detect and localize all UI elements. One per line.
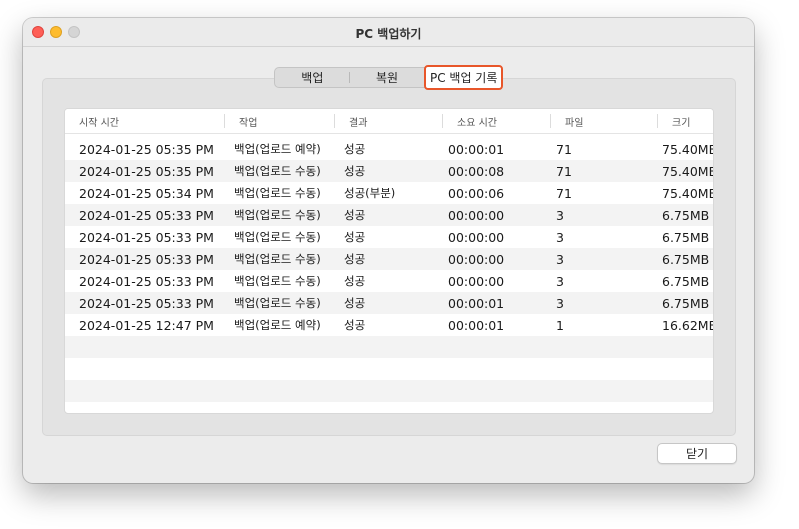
- cell-size: 6.75MB: [662, 207, 710, 223]
- cell-start-time: 2024-01-25 05:35 PM: [79, 163, 214, 179]
- empty-row: [65, 402, 713, 413]
- cell-result: 성공: [344, 252, 366, 266]
- cell-duration: 00:00:00: [448, 251, 505, 267]
- cell-files: 3: [556, 207, 564, 223]
- cell-task: 백업(업로드 예약): [234, 318, 321, 332]
- cell-size: 6.75MB: [662, 229, 710, 245]
- table-row[interactable]: 2024-01-25 05:35 PM 백업(업로드 수동) 성공 00:00:08 7…: [65, 160, 713, 182]
- cell-start-time: 2024-01-25 05:33 PM: [79, 273, 214, 289]
- backup-window: PC 백업하기 백업 복원 PC 백업 기록 시작 시간 작업 결과 소요 시간…: [23, 18, 754, 483]
- empty-row: [65, 380, 713, 402]
- cell-files: 1: [556, 317, 564, 333]
- cell-duration: 00:00:01: [448, 317, 505, 333]
- cell-result: 성공(부분): [344, 186, 396, 200]
- cell-size: 16.62MB: [662, 317, 713, 333]
- column-header-size[interactable]: 크기: [658, 109, 713, 133]
- cell-duration: 00:00:08: [448, 163, 505, 179]
- cell-size: 6.75MB: [662, 251, 710, 267]
- cell-size: 75.40MB: [662, 185, 713, 201]
- table-body: 2024-01-25 05:35 PM 백업(업로드 예약) 성공 00:00:01 7…: [65, 134, 713, 413]
- cell-files: 71: [556, 163, 572, 179]
- cell-result: 성공: [344, 296, 366, 310]
- cell-task: 백업(업로드 수동): [234, 164, 321, 178]
- close-button[interactable]: 닫기: [657, 443, 737, 464]
- table-row[interactable]: 2024-01-25 05:33 PM 백업(업로드 수동) 성공 00:00:00 3…: [65, 248, 713, 270]
- cell-duration: 00:00:00: [448, 273, 505, 289]
- cell-result: 성공: [344, 318, 366, 332]
- cell-start-time: 2024-01-25 05:34 PM: [79, 185, 214, 201]
- empty-row: [65, 358, 713, 380]
- cell-files: 3: [556, 251, 564, 267]
- column-header-result[interactable]: 결과: [335, 109, 443, 133]
- cell-task: 백업(업로드 예약): [234, 142, 321, 156]
- cell-start-time: 2024-01-25 12:47 PM: [79, 317, 214, 333]
- table-row[interactable]: 2024-01-25 05:33 PM 백업(업로드 수동) 성공 00:00:00 3…: [65, 270, 713, 292]
- column-header-files[interactable]: 파일: [551, 109, 658, 133]
- cell-duration: 00:00:06: [448, 185, 505, 201]
- empty-row: [65, 336, 713, 358]
- cell-duration: 00:00:01: [448, 141, 505, 157]
- cell-size: 75.40MB: [662, 163, 713, 179]
- cell-start-time: 2024-01-25 05:33 PM: [79, 229, 214, 245]
- cell-result: 성공: [344, 208, 366, 222]
- cell-duration: 00:00:01: [448, 295, 505, 311]
- cell-size: 6.75MB: [662, 273, 710, 289]
- cell-task: 백업(업로드 수동): [234, 186, 321, 200]
- cell-task: 백업(업로드 수동): [234, 274, 321, 288]
- cell-start-time: 2024-01-25 05:33 PM: [79, 295, 214, 311]
- cell-start-time: 2024-01-25 05:33 PM: [79, 207, 214, 223]
- cell-duration: 00:00:00: [448, 229, 505, 245]
- table-row[interactable]: 2024-01-25 05:34 PM 백업(업로드 수동) 성공(부분) 00:00…: [65, 182, 713, 204]
- table-row[interactable]: 2024-01-25 05:35 PM 백업(업로드 예약) 성공 00:00:01 7…: [65, 138, 713, 160]
- cell-size: 6.75MB: [662, 295, 710, 311]
- column-header-task[interactable]: 작업: [225, 109, 335, 133]
- cell-result: 성공: [344, 164, 366, 178]
- column-header-duration[interactable]: 소요 시간: [443, 109, 551, 133]
- tab-restore[interactable]: 복원: [350, 68, 425, 87]
- cell-start-time: 2024-01-25 05:35 PM: [79, 141, 214, 157]
- table-row[interactable]: 2024-01-25 12:47 PM 백업(업로드 예약) 성공 00:00:01 1…: [65, 314, 713, 336]
- table-header: 시작 시간 작업 결과 소요 시간 파일 크기: [65, 109, 713, 134]
- cell-files: 71: [556, 185, 572, 201]
- cell-files: 3: [556, 229, 564, 245]
- cell-task: 백업(업로드 수동): [234, 252, 321, 266]
- column-header-start-time[interactable]: 시작 시간: [65, 109, 225, 133]
- cell-result: 성공: [344, 142, 366, 156]
- cell-start-time: 2024-01-25 05:33 PM: [79, 251, 214, 267]
- window-title: PC 백업하기: [355, 27, 422, 41]
- table-row[interactable]: 2024-01-25 05:33 PM 백업(업로드 수동) 성공 00:00:00 3…: [65, 226, 713, 248]
- cell-result: 성공: [344, 274, 366, 288]
- cell-task: 백업(업로드 수동): [234, 296, 321, 310]
- cell-result: 성공: [344, 230, 366, 244]
- cell-task: 백업(업로드 수동): [234, 208, 321, 222]
- history-table: 시작 시간 작업 결과 소요 시간 파일 크기 2024-01-25 05:35…: [64, 108, 714, 414]
- cell-files: 3: [556, 295, 564, 311]
- cell-duration: 00:00:00: [448, 207, 505, 223]
- title-bar: PC 백업하기: [23, 18, 754, 47]
- table-row[interactable]: 2024-01-25 05:33 PM 백업(업로드 수동) 성공 00:00:01 3…: [65, 292, 713, 314]
- tab-backup[interactable]: 백업: [275, 68, 350, 87]
- tab-backup-history[interactable]: PC 백업 기록: [424, 65, 504, 90]
- table-row[interactable]: 2024-01-25 05:33 PM 백업(업로드 수동) 성공 00:00:00 3…: [65, 204, 713, 226]
- cell-size: 75.40MB: [662, 141, 713, 157]
- tab-bar: 백업 복원 PC 백업 기록: [274, 65, 504, 90]
- cell-files: 3: [556, 273, 564, 289]
- cell-task: 백업(업로드 수동): [234, 230, 321, 244]
- cell-files: 71: [556, 141, 572, 157]
